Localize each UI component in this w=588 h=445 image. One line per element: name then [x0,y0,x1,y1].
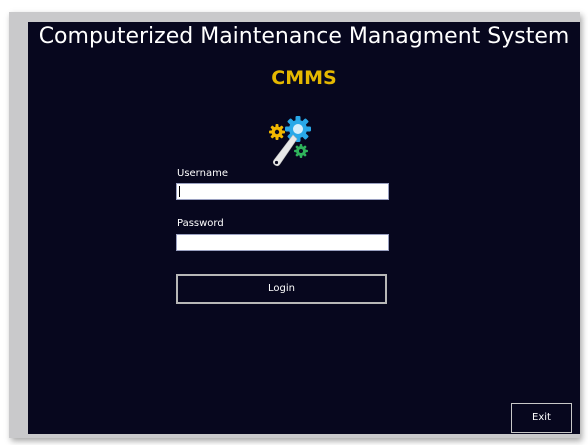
green-gear-icon [294,144,308,158]
app-title: Computerized Maintenance Managment Syste… [38,24,570,49]
wrench-gears-icon [269,116,311,167]
password-input[interactable] [177,240,388,255]
window-frame: Computerized Maintenance Managment Syste… [9,12,580,438]
username-input[interactable] [177,189,388,204]
login-button[interactable]: Login [176,274,387,304]
exit-button[interactable]: Exit [511,403,572,433]
username-field-container [176,183,389,204]
login-window: Computerized Maintenance Managment Syste… [28,22,580,434]
username-label: Username [177,168,228,179]
app-acronym: CMMS [271,67,337,89]
yellow-gear-icon [269,124,285,140]
password-field-container [176,234,389,255]
password-label: Password [177,218,224,229]
blue-gear-icon [285,116,311,142]
text-caret [179,186,180,197]
